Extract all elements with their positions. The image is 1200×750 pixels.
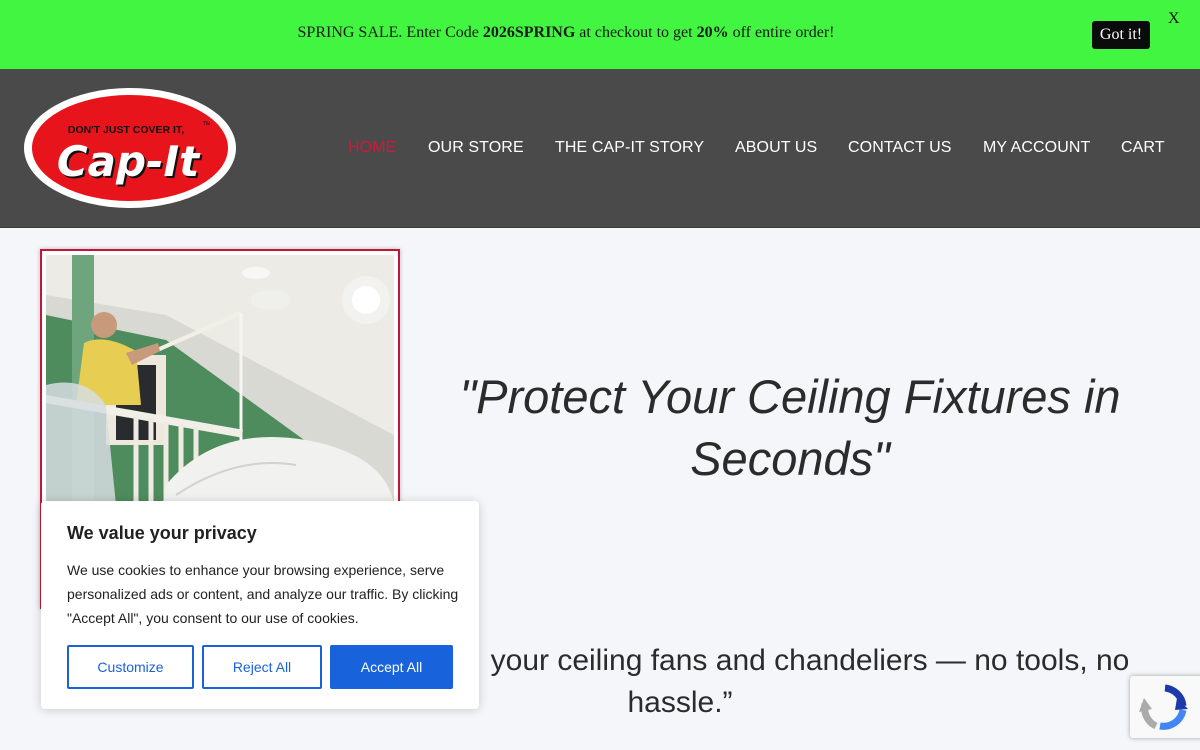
- recaptcha-icon: [1139, 684, 1188, 730]
- hero-subtext: your ceiling fans and chandeliers — no t…: [440, 640, 1180, 724]
- site-header: DON'T JUST COVER IT, TM Cap-It Cap-It HO…: [0, 69, 1200, 228]
- promo-code: 2026SPRING: [482, 24, 576, 41]
- cookie-consent-dialog: We value your privacy We use cookies to …: [41, 501, 479, 709]
- hero-subtext-line2: hassle.”: [627, 686, 733, 719]
- promo-close-button[interactable]: X: [1168, 10, 1180, 28]
- hero-subtext-line1: your ceiling fans and chandeliers — no t…: [490, 644, 1130, 677]
- promo-discount: 20%: [696, 24, 729, 41]
- promo-text-middle: at checkout to get: [575, 24, 697, 41]
- nav-contact-us[interactable]: CONTACT US: [848, 139, 952, 157]
- cookie-title: We value your privacy: [67, 523, 257, 543]
- nav-cap-it-story[interactable]: THE CAP-IT STORY: [555, 139, 704, 157]
- cap-it-logo[interactable]: DON'T JUST COVER IT, TM Cap-It Cap-It: [22, 86, 238, 210]
- cookie-body: We use cookies to enhance your browsing …: [67, 562, 459, 626]
- promo-text-before: SPRING SALE. Enter Code: [297, 24, 483, 41]
- recaptcha-badge[interactable]: [1130, 676, 1200, 738]
- logo-name: Cap-It: [57, 137, 201, 186]
- nav-about-us[interactable]: ABOUT US: [735, 139, 817, 157]
- hero-headline-line2: Seconds": [690, 432, 890, 485]
- nav-cart[interactable]: CART: [1121, 139, 1165, 157]
- promo-text-after: off entire order!: [728, 24, 835, 41]
- reject-all-button[interactable]: Reject All: [202, 645, 322, 689]
- logo-tagline: DON'T JUST COVER IT,: [68, 124, 184, 136]
- customize-button[interactable]: Customize: [67, 645, 194, 689]
- promo-text: SPRING SALE. Enter Code 2026SPRING at ch…: [0, 24, 1132, 42]
- nav-our-store[interactable]: OUR STORE: [428, 139, 524, 157]
- accept-all-button[interactable]: Accept All: [330, 645, 453, 689]
- hero-headline-line1: "Protect Your Ceiling Fixtures in: [459, 370, 1121, 423]
- promo-banner: SPRING SALE. Enter Code 2026SPRING at ch…: [0, 0, 1200, 69]
- nav-my-account[interactable]: MY ACCOUNT: [983, 139, 1090, 157]
- nav-home[interactable]: HOME: [348, 139, 396, 157]
- got-it-button[interactable]: Got it!: [1092, 21, 1150, 49]
- logo-trademark: TM: [203, 121, 210, 127]
- hero-headline: "Protect Your Ceiling Fixtures in Second…: [440, 366, 1140, 490]
